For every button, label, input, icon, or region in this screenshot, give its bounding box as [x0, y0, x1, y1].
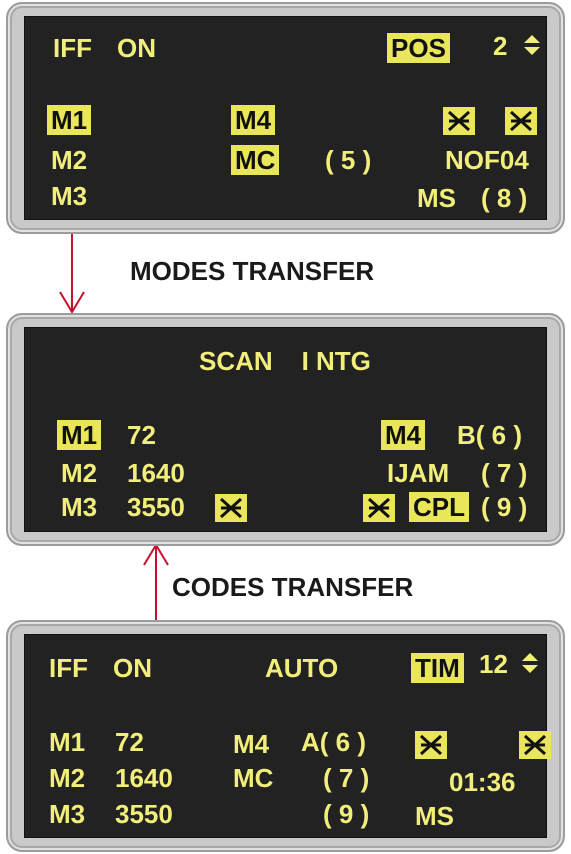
- top-screen: IFF ON POS 2 M1 M4 M2 MC ( 5 ) NOF04 M3 …: [24, 16, 547, 220]
- middle-panel: SCAN I NTG M1 72 M4 B( 6 ) M2 1640 IJAM …: [6, 313, 565, 546]
- iff-label: IFF: [49, 653, 88, 683]
- tim-button[interactable]: TIM: [411, 653, 464, 683]
- ms-label: MS: [417, 183, 456, 213]
- pos-number: 2: [493, 31, 508, 61]
- mode-3-code: 3550: [115, 799, 173, 829]
- mode-2-label: M2: [61, 458, 98, 488]
- x-cross-icon[interactable]: [519, 731, 551, 759]
- x-cross-icon[interactable]: [443, 107, 475, 135]
- ms-value: ( 8 ): [481, 183, 528, 213]
- red-arrow-up: [143, 543, 169, 620]
- time-readout: 01:36: [449, 767, 516, 797]
- updown-arrows-icon[interactable]: [521, 651, 539, 675]
- iff-label: IFF: [53, 33, 92, 63]
- ijam-value: ( 7 ): [481, 458, 528, 488]
- x-cross-icon[interactable]: [415, 731, 447, 759]
- bottom-screen: IFF ON AUTO TIM 12 M1 72 M4 A( 6 ) M2 16…: [24, 634, 551, 838]
- mode-4-button[interactable]: M4: [381, 420, 426, 450]
- updown-arrows-icon[interactable]: [523, 33, 541, 57]
- mode-2-label: M2: [51, 145, 88, 175]
- mode-2-code: 1640: [115, 763, 173, 793]
- auto-mode-label: AUTO: [265, 653, 339, 683]
- mc-button[interactable]: MC: [231, 145, 280, 175]
- bottom-panel: IFF ON AUTO TIM 12 M1 72 M4 A( 6 ) M2 16…: [6, 620, 565, 852]
- scan-intg-title: SCAN I NTG: [199, 346, 371, 376]
- ms-label: MS: [415, 801, 454, 831]
- tim-number: 12: [479, 649, 508, 679]
- mode-4-label: M4: [233, 729, 270, 759]
- mode-3-label: M3: [61, 492, 98, 522]
- ijam-label: IJAM: [387, 458, 450, 488]
- mode-3-label: M3: [49, 799, 86, 829]
- red-arrow-down: [59, 230, 85, 314]
- mode-4-value: B( 6 ): [457, 420, 522, 450]
- x-cross-icon[interactable]: [505, 107, 537, 135]
- mode-1-label: M1: [49, 727, 86, 757]
- iff-on-status: ON: [113, 653, 152, 683]
- mode-2-code: 1640: [127, 458, 185, 488]
- x-cross-icon[interactable]: [215, 494, 247, 522]
- x-cross-icon[interactable]: [363, 494, 395, 522]
- codes-transfer-label: CODES TRANSFER: [172, 572, 414, 602]
- mode-4-value: A( 6 ): [301, 727, 366, 757]
- middle-screen: SCAN I NTG M1 72 M4 B( 6 ) M2 1640 IJAM …: [24, 327, 547, 532]
- mode-1-code: 72: [115, 727, 144, 757]
- mc-label: MC: [233, 763, 274, 793]
- mode-1-button[interactable]: M1: [57, 420, 102, 450]
- mc-value: ( 5 ): [325, 145, 372, 175]
- mode-1-button[interactable]: M1: [47, 105, 92, 135]
- modes-transfer-label: MODES TRANSFER: [130, 256, 375, 286]
- pos-button[interactable]: POS: [387, 33, 450, 63]
- mode-2-label: M2: [49, 763, 86, 793]
- mc-value: ( 7 ): [323, 763, 370, 793]
- mode-4-button[interactable]: M4: [231, 105, 276, 135]
- mode-3-label: M3: [51, 181, 88, 211]
- mode-9-value: ( 9 ): [323, 799, 370, 829]
- cpl-button[interactable]: CPL: [409, 492, 469, 522]
- mode-3-code: 3550: [127, 492, 185, 522]
- mode-1-code: 72: [127, 420, 156, 450]
- nof-code: NOF04: [445, 145, 529, 175]
- cpl-value: ( 9 ): [481, 492, 528, 522]
- top-panel: IFF ON POS 2 M1 M4 M2 MC ( 5 ) NOF04 M3 …: [6, 2, 565, 234]
- iff-on-status: ON: [117, 33, 156, 63]
